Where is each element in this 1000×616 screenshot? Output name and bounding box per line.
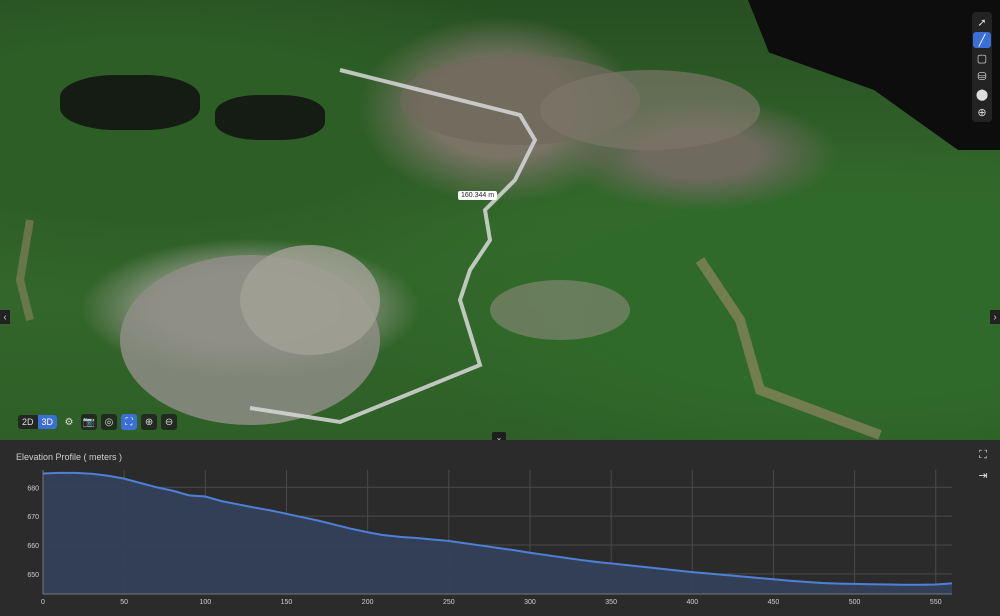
x-tick-label: 50: [120, 599, 128, 606]
target-icon[interactable]: ⊕: [973, 104, 991, 120]
x-tick-label: 300: [524, 599, 536, 606]
mode-2d-button[interactable]: 2D: [18, 415, 38, 429]
x-tick-label: 100: [199, 599, 211, 606]
x-tick-label: 500: [849, 599, 861, 606]
x-tick-label: 0: [41, 599, 45, 606]
x-tick-label: 250: [443, 599, 455, 606]
x-tick-label: 200: [362, 599, 374, 606]
x-tick-label: 450: [768, 599, 780, 606]
zoom-in-icon[interactable]: ⊕: [141, 414, 158, 430]
orbit-icon[interactable]: ◎: [101, 414, 118, 430]
marker-icon[interactable]: ⬤: [973, 86, 991, 102]
camera-icon[interactable]: 📷: [81, 414, 98, 430]
measure-toolbar: ➚ ╱ ▢ ⛁ ⬤ ⊕: [972, 12, 992, 122]
y-tick-label: 670: [27, 514, 39, 521]
line-measure-icon[interactable]: ╱: [973, 32, 991, 48]
y-tick-label: 660: [27, 543, 39, 550]
view-toolbar: 2D 3D ⚙ 📷 ◎ ⛶ ⊕ ⊖: [18, 414, 178, 430]
left-panel-arrow-icon[interactable]: ‹: [0, 310, 10, 324]
settings-icon[interactable]: ⚙: [61, 414, 77, 430]
volume-icon[interactable]: ⛁: [973, 68, 991, 84]
x-tick-label: 350: [605, 599, 617, 606]
x-tick-label: 550: [930, 599, 942, 606]
elevation-chart: 0 50 100 150 200 250 300 350 400 450 500 550 650 660 6…: [27, 470, 953, 606]
x-tick-label: 400: [686, 599, 698, 606]
zoom-out-icon[interactable]: ⊖: [161, 414, 178, 430]
pointer-icon[interactable]: ➚: [973, 14, 991, 30]
right-panel-arrow-icon[interactable]: ›: [990, 310, 1000, 324]
terrain-roads: [15, 55, 882, 440]
point-cloud-viewer[interactable]: 160.344 m ➚ ╱ ▢ ⛁ ⬤ ⊕ 2D 3D ⚙ 📷 ◎ ⛶ ⊕ ⊖ …: [0, 0, 1000, 440]
distance-label: 160.344 m: [458, 191, 498, 200]
collapse-panel-icon[interactable]: ⌄: [492, 432, 506, 440]
view-mode-toggle[interactable]: 2D 3D: [18, 415, 58, 429]
y-tick-label: 680: [27, 485, 39, 492]
elevation-profile-panel: Elevation Profile ( meters ) ⛶ ⇥ 0 50 100 1…: [0, 440, 1000, 616]
mode-3d-button[interactable]: 3D: [37, 415, 58, 429]
fit-icon[interactable]: ⛶: [121, 414, 138, 430]
y-tick-label: 650: [27, 572, 39, 579]
x-tick-label: 150: [281, 599, 293, 606]
area-measure-icon[interactable]: ▢: [973, 50, 991, 66]
